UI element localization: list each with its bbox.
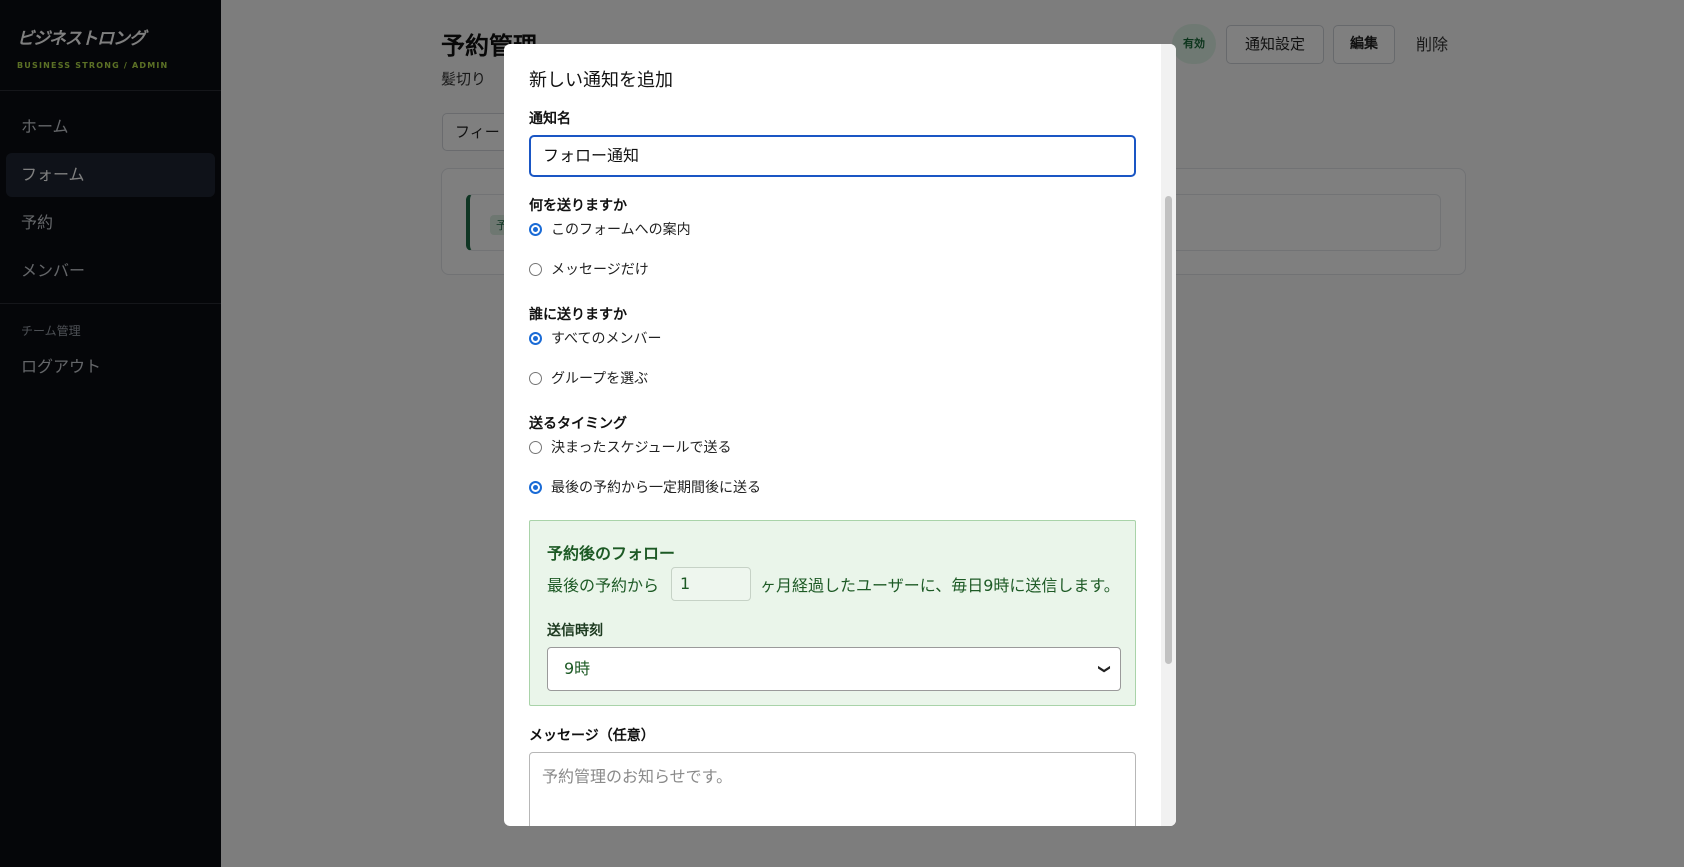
timing-option-after-last[interactable]: 最後の予約から一定期間後に送る (529, 477, 761, 497)
message-textarea[interactable]: 予約管理のお知らせです。 (529, 752, 1136, 826)
months-input[interactable]: 1 (671, 567, 752, 601)
what-option-form[interactable]: このフォームへの案内 (529, 219, 691, 239)
modal-scrollbar[interactable] (1161, 44, 1176, 826)
chevron-down-icon: ❯ (1097, 663, 1112, 675)
notification-name-input[interactable]: フォロー通知 (529, 135, 1136, 177)
add-notification-modal: 新しい通知を追加 通知名 フォロー通知 何を送りますか このフォームへの案内 メ… (504, 44, 1176, 826)
what-option-form-label: このフォームへの案内 (551, 222, 691, 238)
what-option-message[interactable]: メッセージだけ (529, 259, 649, 279)
radio-unchecked-icon[interactable] (529, 371, 542, 385)
message-placeholder: 予約管理のお知らせです。 (542, 767, 733, 786)
timing-option-after-last-label: 最後の予約から一定期間後に送る (551, 480, 761, 496)
follow-up-title: 予約後のフォロー (547, 544, 676, 563)
modal-title: 新しい通知を追加 (529, 70, 673, 91)
timing-option-schedule[interactable]: 決まったスケジュールで送る (529, 437, 731, 457)
follow-up-suffix: ヶ月経過したユーザーに、毎日9時に送信します。 (760, 576, 1120, 595)
timing-option-schedule-label: 決まったスケジュールで送る (551, 440, 732, 456)
modal-scrollbar-thumb[interactable] (1165, 196, 1172, 664)
who-option-all-label: すべてのメンバー (551, 331, 662, 347)
who-label: 誰に送りますか (529, 307, 627, 323)
what-option-message-label: メッセージだけ (551, 262, 649, 278)
send-time-value: 9時 (564, 659, 591, 678)
follow-up-sentence: 最後の予約から 1 ヶ月経過したユーザーに、毎日9時に送信します。 (547, 567, 1120, 601)
follow-up-panel: 予約後のフォロー 最後の予約から 1 ヶ月経過したユーザーに、毎日9時に送信しま… (529, 520, 1136, 706)
what-label: 何を送りますか (529, 198, 627, 214)
who-option-group-label: グループを選ぶ (551, 371, 649, 387)
who-option-group[interactable]: グループを選ぶ (529, 368, 648, 388)
name-label: 通知名 (529, 111, 571, 127)
timing-label: 送るタイミング (529, 416, 627, 432)
radio-unchecked-icon[interactable] (529, 262, 542, 276)
follow-up-prefix: 最後の予約から (547, 576, 660, 595)
send-time-select[interactable]: 9時 ❯ (547, 647, 1121, 691)
radio-checked-icon[interactable] (529, 480, 542, 494)
radio-checked-icon[interactable] (529, 331, 542, 345)
message-label: メッセージ（任意） (529, 728, 655, 744)
send-time-label: 送信時刻 (547, 623, 603, 639)
who-option-all[interactable]: すべてのメンバー (529, 328, 661, 348)
radio-checked-icon[interactable] (529, 222, 542, 236)
radio-unchecked-icon[interactable] (529, 440, 542, 454)
